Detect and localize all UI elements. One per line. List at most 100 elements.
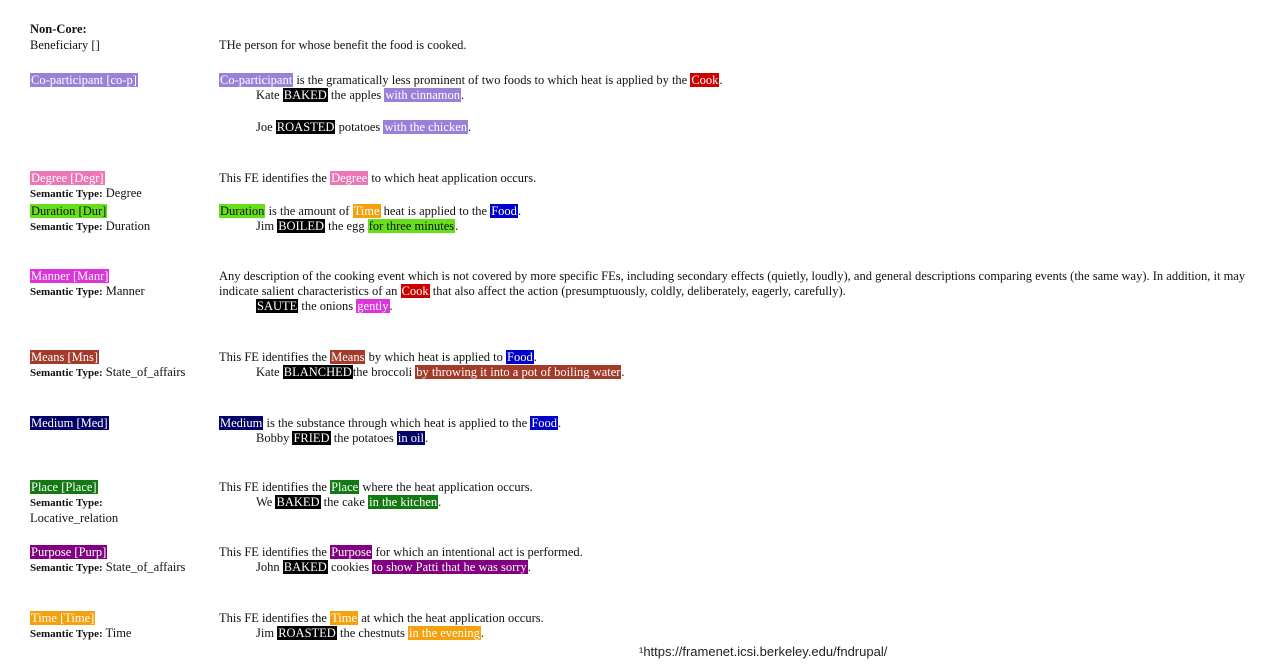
- example-text: potatoes: [335, 120, 384, 134]
- example-sentence: Bobby FRIED the potatoes in oil.: [219, 431, 1249, 446]
- fe-means-name: Means [Mns] Semantic Type: State_of_affa…: [30, 350, 215, 381]
- example-text: the onions: [298, 299, 357, 313]
- fe-highlight: to show Patti that he was sorry: [372, 560, 528, 574]
- example-sentence: Joe ROASTED potatoes with the chicken.: [219, 120, 1249, 135]
- fe-place-definition: This FE identifies the Place where the h…: [219, 480, 1249, 510]
- fe-label: Place [Place]: [30, 480, 98, 494]
- fe-label: Medium [Med]: [30, 416, 109, 430]
- fe-highlight: Time: [330, 611, 359, 625]
- semantic-type-value: Duration: [105, 219, 151, 233]
- definition-text: where the heat application occurs.: [359, 480, 533, 494]
- section-header: Non-Core:: [30, 22, 87, 36]
- food-highlight: Food: [490, 204, 518, 218]
- definition-text: This FE identifies the: [219, 350, 331, 364]
- target-highlight: BLANCHED: [282, 365, 353, 379]
- target-highlight: BAKED: [275, 495, 321, 509]
- definition-text: for which an intentional act is performe…: [372, 545, 583, 559]
- fe-beneficiary-definition: THe person for whose benefit the food is…: [219, 38, 467, 52]
- punct: .: [480, 626, 484, 640]
- semantic-type-label: Semantic Type:: [30, 188, 103, 200]
- semantic-type-label: Semantic Type:: [30, 628, 103, 640]
- fe-degree-definition: This FE identifies the Degree to which h…: [219, 171, 1249, 186]
- example-text: John: [256, 560, 283, 574]
- semantic-type-value: Locative_relation: [30, 511, 119, 525]
- semantic-type-label: Semantic Type:: [30, 562, 103, 574]
- fe-highlight: Purpose: [330, 545, 373, 559]
- semantic-type-label: Semantic Type:: [30, 497, 103, 509]
- cook-highlight: Cook: [690, 73, 720, 87]
- punct: .: [517, 204, 522, 218]
- fe-label: Purpose [Purp]: [30, 545, 108, 559]
- example-text: the egg: [325, 219, 368, 233]
- punct: .: [461, 88, 465, 102]
- semantic-type-label: Semantic Type:: [30, 221, 103, 233]
- punct: .: [719, 73, 723, 87]
- target-highlight: FRIED: [292, 431, 331, 445]
- fe-label: Degree [Degr]: [30, 171, 105, 185]
- fe-degree-name: Degree [Degr] Semantic Type: Degree: [30, 171, 215, 202]
- example-text: the potatoes: [330, 431, 397, 445]
- semantic-type-label: Semantic Type:: [30, 286, 103, 298]
- semantic-type-value: Manner: [105, 284, 145, 298]
- punct: .: [533, 350, 537, 364]
- punct: .: [424, 431, 429, 445]
- definition-text: This FE identifies the: [219, 545, 331, 559]
- example-sentence: Kate BAKED the apples with cinnamon.: [219, 88, 1249, 103]
- time-highlight: Time: [352, 204, 381, 218]
- example-sentence: John BAKED cookies to show Patti that he…: [219, 560, 1249, 575]
- fe-highlight: Means: [330, 350, 366, 364]
- punct: .: [389, 299, 393, 313]
- definition-text: is the amount of: [265, 204, 353, 218]
- target-highlight: BOILED: [277, 219, 326, 233]
- target-highlight: SAUTE: [256, 299, 299, 313]
- target-highlight: ROASTED: [277, 626, 337, 640]
- example-sentence: Jim ROASTED the chestnuts in the evening…: [219, 626, 1249, 641]
- punct: .: [438, 495, 442, 509]
- example-text: cookies: [327, 560, 373, 574]
- fe-medium-definition: Medium is the substance through which he…: [219, 416, 1249, 446]
- semantic-type-value: Degree: [105, 186, 142, 200]
- fe-duration-definition: Duration is the amount of Time heat is a…: [219, 204, 1249, 234]
- example-text: the cake: [320, 495, 369, 509]
- definition-text: that also affect the action (presumptuou…: [429, 284, 846, 298]
- fe-highlight: by throwing it into a pot of boiling wat…: [415, 365, 622, 379]
- example-text: Jim: [256, 626, 278, 640]
- target-highlight: BAKED: [282, 88, 328, 102]
- fe-medium-name: Medium [Med]: [30, 416, 215, 431]
- target-highlight: BAKED: [282, 560, 328, 574]
- semantic-type-value: State_of_affairs: [105, 560, 186, 574]
- punct: .: [558, 416, 562, 430]
- fe-highlight: Medium: [219, 416, 264, 430]
- example-sentence: We BAKED the cake in the kitchen.: [219, 495, 1249, 510]
- fe-label: Manner [Manr]: [30, 269, 110, 283]
- fe-label: Time [Time]: [30, 611, 96, 625]
- fe-highlight: Place: [330, 480, 360, 494]
- fe-highlight: in the kitchen: [368, 495, 439, 509]
- example-text: Joe: [256, 120, 276, 134]
- fe-duration-name: Duration [Dur] Semantic Type: Duration: [30, 204, 215, 235]
- punct: .: [621, 365, 625, 379]
- fe-manner-definition: Any description of the cooking event whi…: [219, 269, 1249, 314]
- example-sentence: Jim BOILED the egg for three minutes.: [219, 219, 1249, 234]
- fe-coparticipant-definition: Co-participant is the gramatically less …: [219, 73, 1249, 135]
- definition-text: is the substance through which heat is a…: [263, 416, 531, 430]
- fe-highlight: Duration: [219, 204, 266, 218]
- fe-highlight: with cinnamon: [384, 88, 462, 102]
- definition-text: This FE identifies the: [219, 480, 331, 494]
- definition-text: at which the heat application occurs.: [358, 611, 544, 625]
- example-text: Jim: [256, 219, 278, 233]
- example-text: the broccoli: [352, 365, 416, 379]
- fe-highlight: in oil: [396, 431, 425, 445]
- fe-beneficiary-name: Beneficiary []: [30, 38, 100, 52]
- semantic-type-value: Time: [105, 626, 132, 640]
- fe-time-name: Time [Time] Semantic Type: Time: [30, 611, 215, 642]
- fe-time-definition: This FE identifies the Time at which the…: [219, 611, 1249, 641]
- definition-text: by which heat is applied to: [365, 350, 507, 364]
- fe-highlight: gently: [356, 299, 390, 313]
- fe-means-definition: This FE identifies the Means by which he…: [219, 350, 1249, 380]
- cook-highlight: Cook: [400, 284, 430, 298]
- fe-highlight: Degree: [330, 171, 369, 185]
- target-highlight: ROASTED: [275, 120, 336, 134]
- food-highlight: Food: [506, 350, 534, 364]
- example-text: Bobby: [256, 431, 293, 445]
